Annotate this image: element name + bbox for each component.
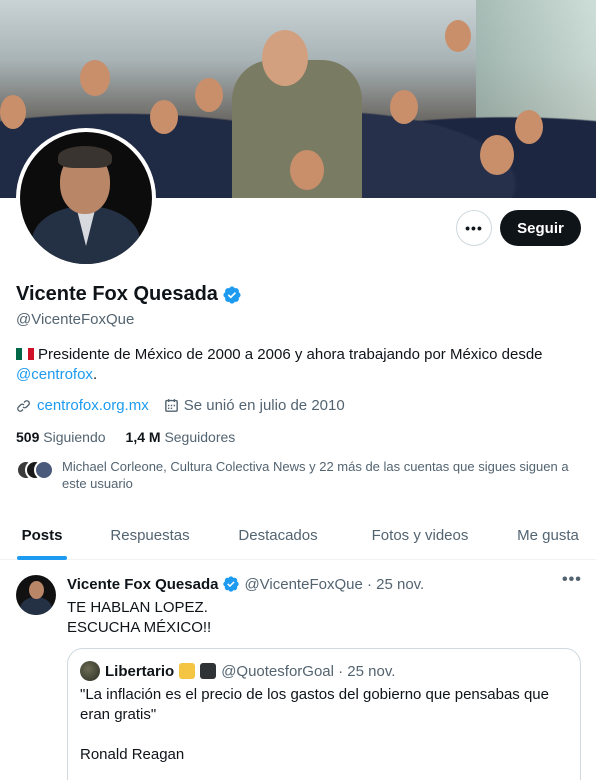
bio-end: . — [92, 366, 98, 383]
tab-likes[interactable]: Me gusta — [500, 510, 596, 560]
quoted-author-avatar — [80, 661, 100, 681]
tweet-more-icon[interactable]: ••• — [562, 571, 582, 589]
verified-badge-icon[interactable] — [222, 575, 240, 593]
tweet-header: Vicente Fox Quesada @VicenteFoxQue · 25 … — [67, 575, 424, 593]
tab-media[interactable]: Fotos y videos — [340, 510, 500, 560]
following-stat[interactable]: 509 Siguiendo — [16, 429, 106, 445]
tab-posts[interactable]: Posts — [0, 510, 84, 560]
black-square-icon — [200, 663, 217, 679]
profile-stats: 509 Siguiendo 1,4 M Seguidores — [16, 429, 235, 445]
quoted-tweet[interactable]: Libertario @QuotesforGoal · 25 nov. "La … — [67, 648, 581, 780]
quoted-tweet-text: "La inflación es el precio de los gastos… — [80, 686, 549, 763]
bio-text: Presidente de México de 2000 a 2006 y ah… — [38, 346, 543, 363]
tweet-handle-time[interactable]: @VicenteFoxQue · 25 nov. — [244, 576, 424, 593]
display-name: Vicente Fox Quesada — [16, 283, 218, 305]
yellow-square-icon — [179, 663, 196, 679]
verified-badge-icon[interactable] — [222, 285, 242, 305]
quoted-handle-time: @QuotesforGoal · 25 nov. — [221, 662, 396, 680]
quoted-author-name: Libertario — [105, 662, 175, 680]
website-link[interactable]: centrofox.org.mx — [37, 397, 149, 414]
tweet-author-avatar[interactable] — [16, 575, 56, 615]
followers-you-know[interactable]: Michael Corleone, Cultura Colectiva News… — [16, 458, 586, 492]
profile-handle: @VicenteFoxQue — [16, 311, 135, 328]
bio-mention-link[interactable]: @centrofox — [16, 366, 93, 383]
tab-replies[interactable]: Respuestas — [84, 510, 216, 560]
profile-tabs: Posts Respuestas Destacados Fotos y vide… — [0, 510, 596, 560]
profile-bio: Presidente de México de 2000 a 2006 y ah… — [16, 345, 576, 385]
quoted-tweet-header: Libertario @QuotesforGoal · 25 nov. — [80, 661, 395, 681]
followers-stat[interactable]: 1,4 M Seguidores — [126, 429, 236, 445]
profile-avatar[interactable] — [16, 128, 156, 268]
tweet[interactable]: Vicente Fox Quesada @VicenteFoxQue · 25 … — [0, 561, 596, 780]
calendar-icon — [164, 399, 178, 412]
follow-button[interactable]: Seguir — [500, 210, 581, 246]
more-options-button[interactable]: ••• — [456, 210, 492, 246]
mexico-flag-icon — [16, 348, 34, 360]
link-icon — [17, 400, 30, 412]
mutual-avatars — [16, 460, 56, 480]
joined-date: Se unió en julio de 2010 — [183, 397, 345, 414]
profile-meta: centrofox.org.mx Se unió en julio de 201… — [16, 397, 345, 414]
tweet-text: TE HABLAN LOPEZ. ESCUCHA MÉXICO!! — [67, 599, 212, 636]
tab-highlights[interactable]: Destacados — [216, 510, 340, 560]
profile-name-row: Vicente Fox Quesada — [16, 283, 242, 306]
tweet-author-name[interactable]: Vicente Fox Quesada — [67, 576, 218, 593]
followers-you-know-text: Michael Corleone, Cultura Colectiva News… — [62, 459, 569, 491]
